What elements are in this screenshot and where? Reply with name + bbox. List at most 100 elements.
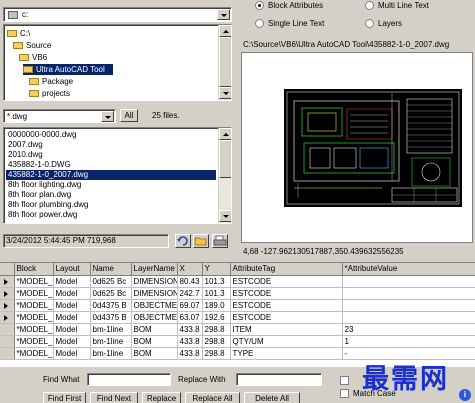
row-header[interactable]: [0, 323, 15, 336]
column-header-block[interactable]: Block: [14, 263, 54, 276]
table-row[interactable]: *MODEL_ Model 0d4375 B OBJECTME 63.07 192.6 ES…: [0, 311, 475, 324]
list-item[interactable]: 2010.dwg: [6, 150, 45, 160]
list-item[interactable]: 8th floor plumbing.dwg: [6, 200, 91, 210]
table-cell[interactable]: ESTCODE: [230, 311, 343, 324]
table-cell[interactable]: ITEM: [230, 323, 343, 336]
list-item[interactable]: 8th floor lighting.dwg: [6, 180, 83, 190]
radio-layers[interactable]: Layers: [365, 19, 402, 29]
table-cell[interactable]: *MODEL_: [14, 275, 54, 288]
table-cell[interactable]: Model: [53, 335, 91, 348]
table-cell[interactable]: bm-1line: [90, 347, 132, 360]
row-header[interactable]: [0, 275, 15, 288]
table-cell[interactable]: Model: [53, 275, 91, 288]
table-cell[interactable]: 23: [342, 323, 475, 336]
refresh-button[interactable]: [175, 234, 191, 248]
list-item[interactable]: 435882-1-0.DWG: [6, 160, 73, 170]
table-cell[interactable]: *MODEL_: [14, 335, 54, 348]
folder-item[interactable]: C:\: [7, 28, 30, 39]
table-cell[interactable]: bm-1line: [90, 323, 132, 336]
scroll-thumb[interactable]: [219, 37, 231, 87]
column-header-name[interactable]: Name: [90, 263, 132, 276]
table-cell[interactable]: 0d4375 B: [90, 311, 132, 324]
table-cell[interactable]: 0d4375 B: [90, 299, 132, 312]
table-cell[interactable]: ESTCODE: [230, 275, 343, 288]
table-row[interactable]: *MODEL_ Model 0d625 Bc DIMENSION 80.43 101.3 E…: [0, 275, 475, 288]
table-cell[interactable]: *MODEL_: [14, 287, 54, 300]
table-cell[interactable]: 69.07: [177, 299, 203, 312]
table-cell[interactable]: 192.6: [202, 311, 231, 324]
radio-multiline-text[interactable]: Multi Line Text: [365, 1, 429, 11]
checkbox-unlabeled[interactable]: [340, 376, 353, 386]
table-cell[interactable]: [342, 275, 475, 288]
column-header-layout[interactable]: Layout: [53, 263, 91, 276]
table-cell[interactable]: TYPE: [230, 347, 343, 360]
table-cell[interactable]: 0d625 Bc: [90, 287, 132, 300]
table-cell[interactable]: BOM: [131, 347, 178, 360]
chevron-down-icon[interactable]: [101, 111, 114, 122]
table-cell[interactable]: OBJECTME: [131, 299, 178, 312]
table-row[interactable]: *MODEL_ Model bm-1line BOM 433.8 298.8 ITEM 23: [0, 323, 475, 336]
folder-scrollbar[interactable]: [218, 25, 231, 100]
table-cell[interactable]: OBJECTME: [131, 311, 178, 324]
row-header[interactable]: [0, 347, 15, 360]
column-header-attributetag[interactable]: AttributeTag: [230, 263, 343, 276]
table-cell[interactable]: *MODEL_: [14, 323, 54, 336]
table-cell[interactable]: 63.07: [177, 311, 203, 324]
open-folder-button[interactable]: [193, 234, 209, 248]
list-item-selected[interactable]: 435882-1-0_2007.dwg: [6, 170, 216, 180]
table-cell[interactable]: Model: [53, 299, 91, 312]
table-cell[interactable]: *MODEL_: [14, 311, 54, 324]
table-cell[interactable]: *MODEL_: [14, 347, 54, 360]
table-cell[interactable]: [342, 287, 475, 300]
table-cell[interactable]: BOM: [131, 323, 178, 336]
scroll-down-icon[interactable]: [219, 87, 231, 99]
table-cell[interactable]: 189.0: [202, 299, 231, 312]
replace-with-input[interactable]: [236, 373, 322, 386]
all-button[interactable]: All: [120, 109, 138, 122]
scroll-thumb[interactable]: [219, 140, 231, 178]
row-header[interactable]: [0, 311, 15, 324]
drawing-preview[interactable]: [241, 52, 473, 243]
row-header[interactable]: [0, 299, 15, 312]
replace-button[interactable]: Replace: [142, 392, 181, 403]
chevron-down-icon[interactable]: [217, 9, 230, 20]
table-cell[interactable]: 0d625 Bc: [90, 275, 132, 288]
list-item[interactable]: 8th floor plan.dwg: [6, 190, 73, 200]
table-cell[interactable]: 433.8: [177, 347, 203, 360]
drive-combo[interactable]: c:: [3, 7, 232, 22]
table-cell[interactable]: [342, 299, 475, 312]
table-cell[interactable]: 101.3: [202, 287, 231, 300]
table-cell[interactable]: *MODEL_: [14, 299, 54, 312]
column-header-x[interactable]: X: [177, 263, 203, 276]
table-cell[interactable]: Model: [53, 311, 91, 324]
column-header-y[interactable]: Y: [202, 263, 231, 276]
file-list[interactable]: 0000000-0000.dwg 2007.dwg 2010.dwg 43588…: [3, 127, 232, 224]
print-button[interactable]: [212, 234, 228, 248]
column-header-attributevalue[interactable]: *AttributeValue: [342, 263, 475, 276]
table-cell[interactable]: 433.8: [177, 335, 203, 348]
attributes-grid[interactable]: Block Layout Name LayerName X Y Attribut…: [0, 262, 475, 367]
row-header[interactable]: [0, 335, 15, 348]
row-header[interactable]: [0, 287, 15, 300]
table-cell[interactable]: 1: [342, 335, 475, 348]
table-cell[interactable]: 298.8: [202, 323, 231, 336]
table-cell[interactable]: DIMENSION: [131, 287, 178, 300]
table-cell[interactable]: 80.43: [177, 275, 203, 288]
list-item[interactable]: 2007.dwg: [6, 140, 45, 150]
file-list-scrollbar[interactable]: [218, 128, 231, 223]
folder-item[interactable]: VB6: [19, 52, 47, 63]
folder-item[interactable]: Package: [29, 76, 73, 87]
table-cell[interactable]: Model: [53, 347, 91, 360]
table-cell[interactable]: 242.7: [177, 287, 203, 300]
table-cell[interactable]: 298.8: [202, 347, 231, 360]
list-item[interactable]: 8th floor power.dwg: [6, 210, 79, 220]
table-cell[interactable]: 298.8: [202, 335, 231, 348]
find-what-input[interactable]: [87, 373, 171, 386]
find-next-button[interactable]: Find Next: [90, 392, 138, 403]
folder-item-selected[interactable]: Ultra AutoCAD Tool: [23, 64, 113, 75]
radio-block-attributes[interactable]: Block Attributes: [255, 1, 323, 11]
table-cell[interactable]: 101.3: [202, 275, 231, 288]
table-cell[interactable]: DIMENSION: [131, 275, 178, 288]
find-first-button[interactable]: Find First: [43, 392, 86, 403]
info-icon[interactable]: i: [459, 389, 471, 401]
